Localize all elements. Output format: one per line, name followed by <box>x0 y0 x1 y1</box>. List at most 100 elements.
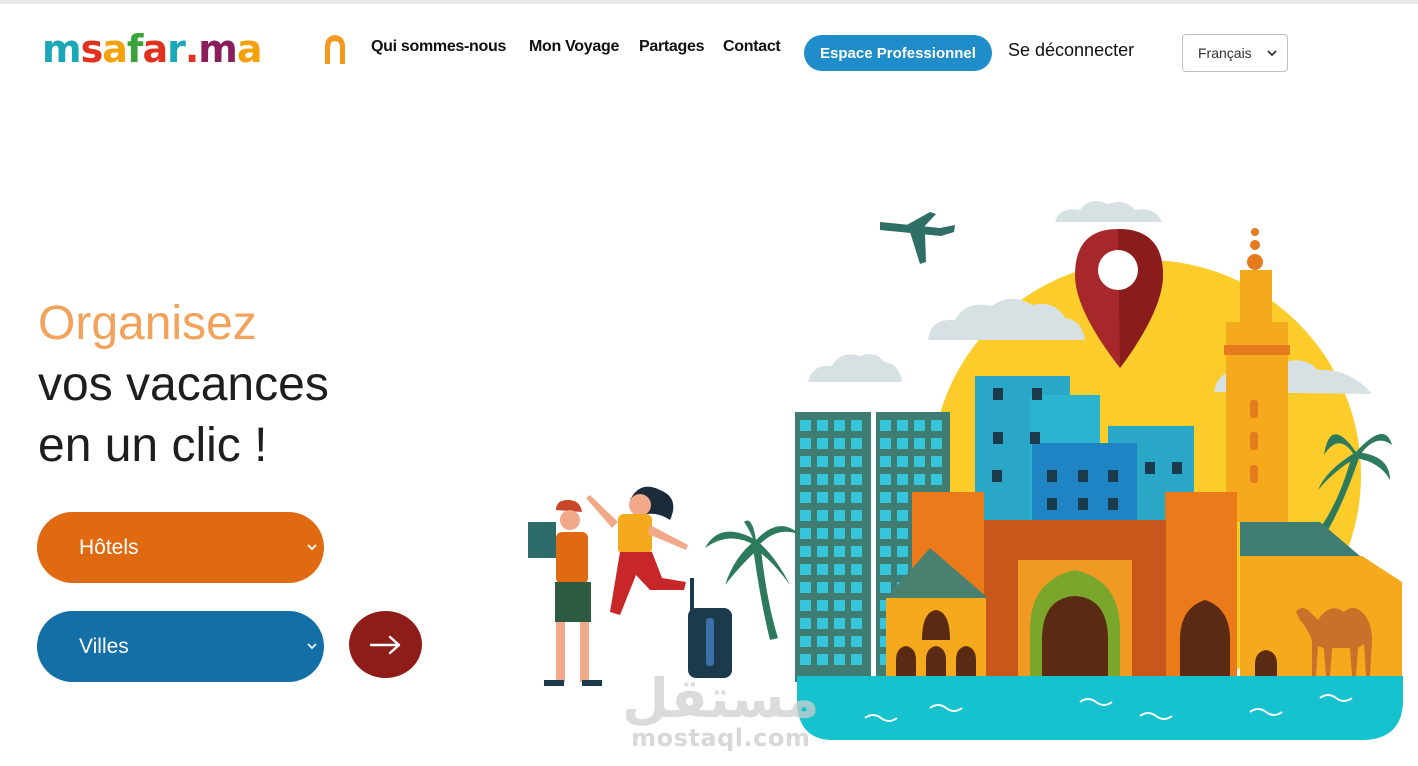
tower-window <box>851 528 862 539</box>
tower-window <box>800 582 811 593</box>
tower-window <box>880 438 891 449</box>
tower-window <box>800 600 811 611</box>
tower-window <box>897 438 908 449</box>
chevron-down-icon <box>1267 50 1277 57</box>
tower-window <box>897 456 908 467</box>
tower-window <box>851 510 862 521</box>
tower-window <box>851 492 862 503</box>
tower-window <box>817 564 828 575</box>
watermark: مستقل mostaql.com <box>622 667 820 753</box>
cities-select[interactable]: Villes <box>37 611 324 682</box>
tower-window <box>880 456 891 467</box>
tower-window <box>800 528 811 539</box>
tower-window <box>817 528 828 539</box>
tower-window <box>851 474 862 485</box>
tower-window <box>817 654 828 665</box>
chevron-down-icon <box>307 544 317 551</box>
tower-window <box>834 474 845 485</box>
tower-window <box>817 600 828 611</box>
tower-window <box>800 510 811 521</box>
professional-space-button[interactable]: Espace Professionnel <box>804 35 992 71</box>
nav-contact[interactable]: Contact <box>723 38 781 56</box>
tower-window <box>834 420 845 431</box>
tower-window <box>834 636 845 647</box>
tower-window <box>851 636 862 647</box>
tower-window <box>800 654 811 665</box>
tower-window <box>880 564 891 575</box>
tower-window <box>800 420 811 431</box>
building-window <box>1108 470 1118 482</box>
tower-window <box>817 456 828 467</box>
tower-window <box>880 474 891 485</box>
tower-window <box>834 564 845 575</box>
traveler-woman <box>586 486 732 678</box>
tower-window <box>800 564 811 575</box>
logo-letter: a <box>236 27 263 71</box>
building-window <box>992 470 1002 482</box>
tower-window <box>834 528 845 539</box>
tower-window <box>897 492 908 503</box>
tower-window <box>834 618 845 629</box>
tower-window <box>834 456 845 467</box>
hero-title-line2: vos vacances <box>38 358 329 411</box>
tower-window <box>931 420 942 431</box>
tower-window <box>880 492 891 503</box>
minaret-shape <box>1224 228 1290 522</box>
tower-window <box>817 420 828 431</box>
chevron-down-icon <box>307 643 317 650</box>
tower-window <box>914 438 925 449</box>
logo-letter: f <box>126 27 144 71</box>
tower-window <box>851 618 862 629</box>
building-window <box>1145 462 1155 474</box>
moroccan-arch-icon[interactable] <box>322 33 348 65</box>
tower-window <box>897 474 908 485</box>
traveler-man <box>528 500 602 686</box>
tower-window <box>817 582 828 593</box>
tower-window <box>800 636 811 647</box>
language-select-value: Français <box>1198 45 1252 61</box>
tower-window <box>800 618 811 629</box>
language-select[interactable]: Français <box>1182 34 1288 72</box>
tower-window <box>817 618 828 629</box>
tower-window <box>817 438 828 449</box>
tower-window <box>834 510 845 521</box>
tower-window <box>880 528 891 539</box>
logout-link[interactable]: Se déconnecter <box>1008 40 1134 61</box>
nav-about[interactable]: Qui sommes-nous <box>371 38 506 56</box>
tower-window <box>851 600 862 611</box>
tower-window <box>800 456 811 467</box>
tower-window <box>897 564 908 575</box>
tower-window <box>851 582 862 593</box>
tower-window <box>834 600 845 611</box>
tower-window <box>817 474 828 485</box>
hotels-select[interactable]: Hôtels <box>37 512 324 583</box>
building-window <box>1032 388 1042 400</box>
building-window <box>1108 498 1118 510</box>
tower-window <box>800 492 811 503</box>
tower-window <box>897 546 908 557</box>
tower-window <box>817 546 828 557</box>
logo-letter: m <box>198 27 238 71</box>
watermark-arabic: مستقل <box>622 667 820 730</box>
search-go-button[interactable] <box>349 611 422 678</box>
logo-letter: r <box>167 27 186 71</box>
hotels-select-label: Hôtels <box>79 535 139 559</box>
tower-window <box>931 456 942 467</box>
building-window <box>993 388 1003 400</box>
building-window <box>1047 498 1057 510</box>
logo-letter: a <box>142 27 168 71</box>
tower-window <box>897 420 908 431</box>
tower-window <box>834 582 845 593</box>
building-window <box>1078 470 1088 482</box>
tower-window <box>851 654 862 665</box>
tower-window <box>800 438 811 449</box>
tower-window <box>800 546 811 557</box>
watermark-latin: mostaql.com <box>631 724 811 752</box>
building-window <box>993 432 1003 444</box>
nav-shares[interactable]: Partages <box>639 38 705 56</box>
tower-window <box>897 510 908 521</box>
msafar-logo[interactable]: msafar.ma <box>42 27 263 71</box>
nav-my-trip[interactable]: Mon Voyage <box>529 38 619 56</box>
building-window <box>1047 470 1057 482</box>
tower-window <box>800 474 811 485</box>
